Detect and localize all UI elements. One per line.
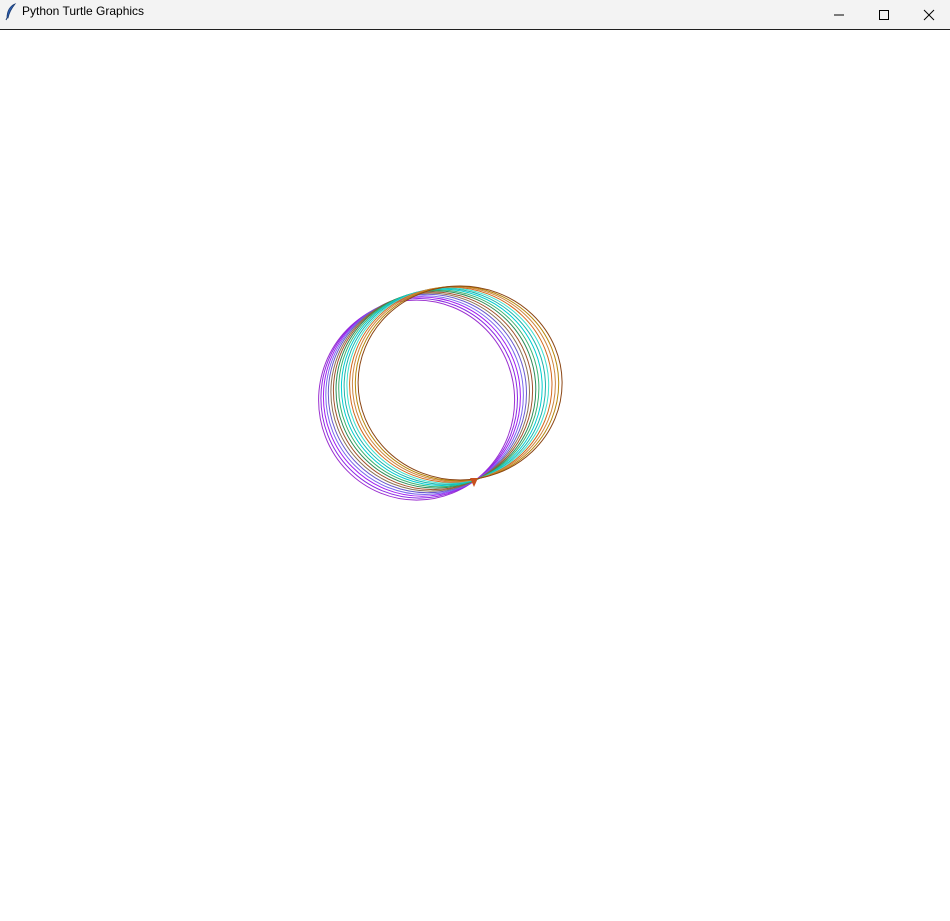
turtle-circle <box>351 286 556 482</box>
maximize-icon <box>878 9 890 21</box>
minimize-icon <box>833 9 845 21</box>
close-icon <box>923 9 935 21</box>
feather-icon <box>4 3 18 21</box>
turtle-canvas[interactable] <box>0 30 950 921</box>
minimize-button[interactable] <box>816 0 862 29</box>
close-button[interactable] <box>906 0 950 29</box>
window-title: Python Turtle Graphics <box>22 4 145 18</box>
turtle-drawing <box>318 285 563 501</box>
title-bar[interactable]: Python Turtle Graphics <box>0 0 950 30</box>
maximize-button[interactable] <box>861 0 907 29</box>
turtle-circle <box>349 286 553 483</box>
turtle-circle <box>357 285 563 481</box>
turtle-circle <box>354 285 560 482</box>
turtle-window: Python Turtle Graphics <box>0 0 950 921</box>
